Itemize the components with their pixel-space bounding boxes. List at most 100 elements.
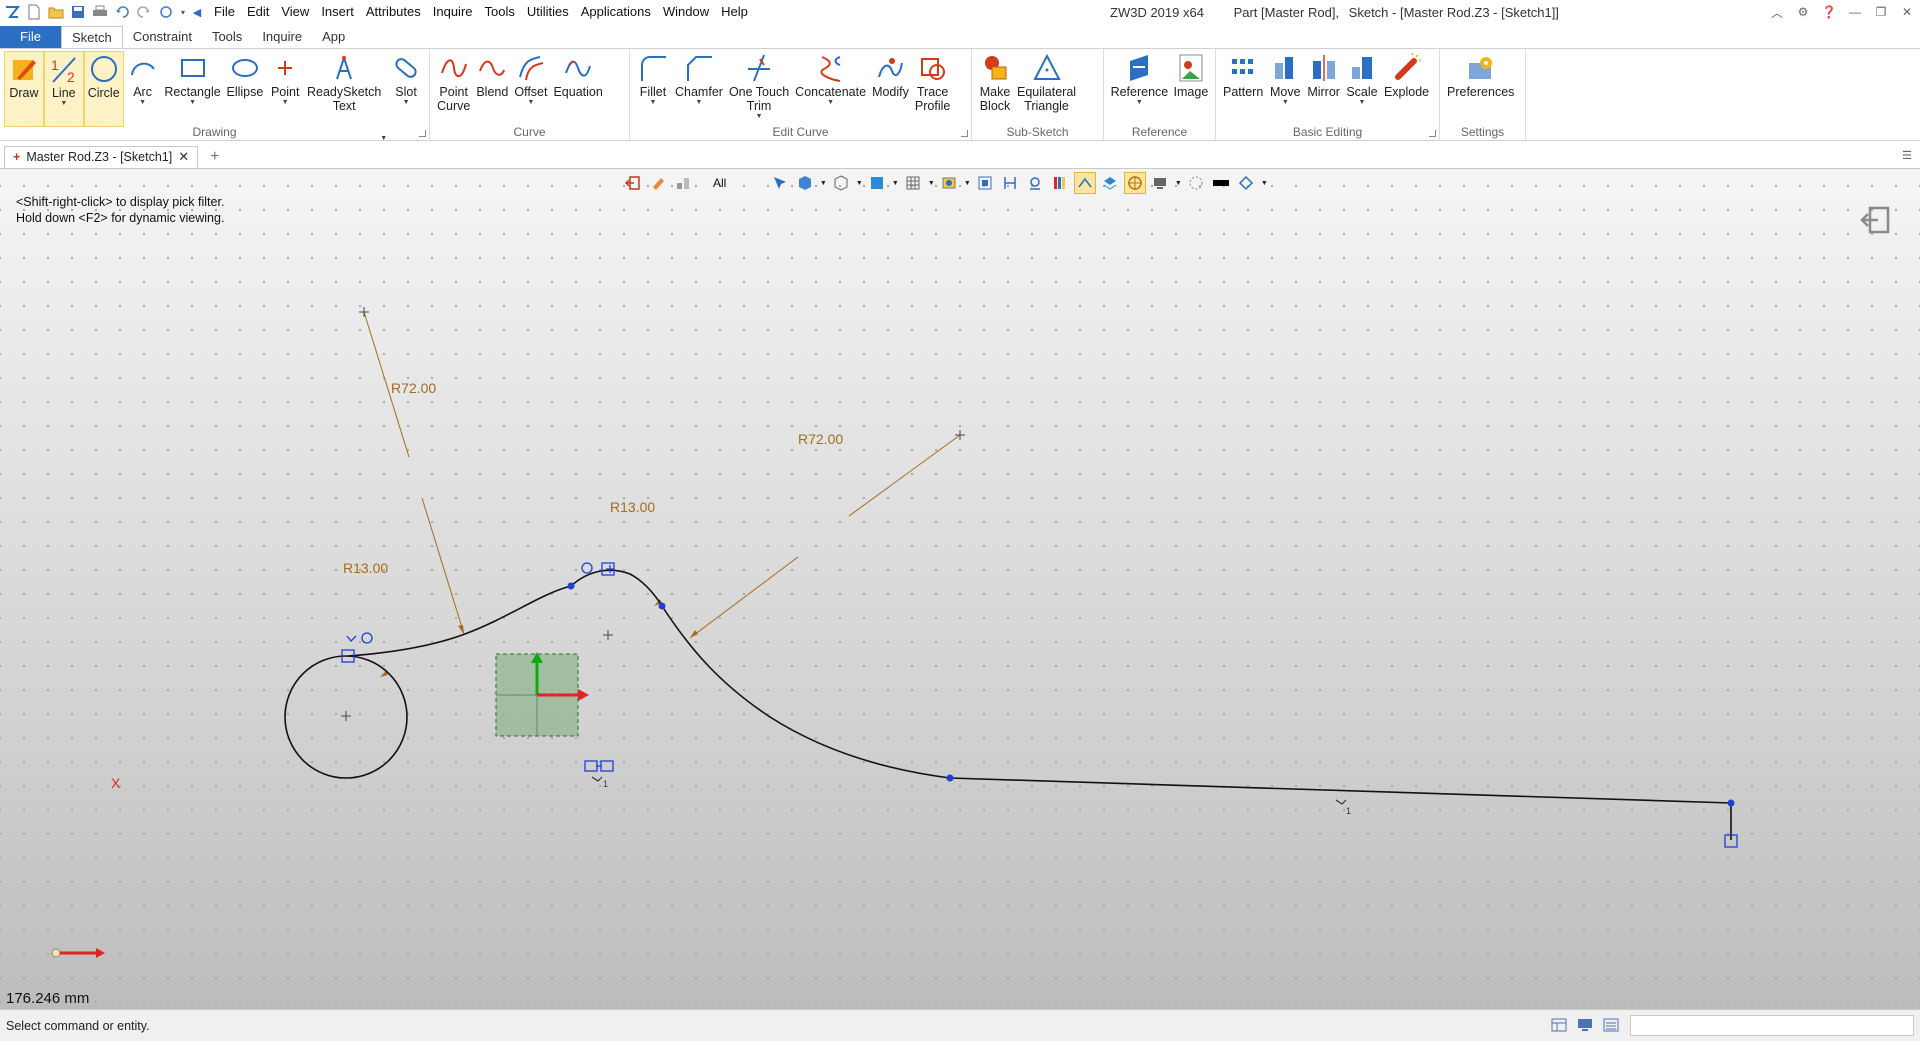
snap-curve-icon[interactable] bbox=[1074, 172, 1097, 194]
chevron-down-icon[interactable]: ▼ bbox=[1260, 172, 1268, 194]
equilateral-triangle-button[interactable]: Equilateral Triangle bbox=[1014, 51, 1079, 127]
mirror-button[interactable]: Mirror bbox=[1304, 51, 1343, 127]
point-curve-button[interactable]: Point Curve bbox=[434, 51, 473, 127]
tab-sketch[interactable]: Sketch bbox=[60, 26, 123, 48]
menu-inquire[interactable]: Inquire bbox=[427, 0, 479, 24]
help-icon[interactable]: ❓ bbox=[1816, 0, 1842, 24]
collapse-ribbon-icon[interactable]: ︿ bbox=[1764, 0, 1790, 24]
modify-button[interactable]: Modify bbox=[869, 51, 912, 127]
image-button[interactable]: Image bbox=[1171, 51, 1211, 127]
eraser-icon[interactable] bbox=[647, 172, 669, 194]
circle-button[interactable]: Circle bbox=[83, 51, 124, 127]
chevron-down-icon[interactable]: ▼ bbox=[891, 172, 899, 194]
app-logo-icon[interactable] bbox=[2, 2, 22, 22]
chevron-down-icon[interactable]: ▼ bbox=[963, 172, 971, 194]
trace-profile-button[interactable]: Trace Profile bbox=[912, 51, 953, 127]
pick-filter-value[interactable]: All bbox=[713, 176, 726, 190]
reference-button[interactable]: Reference ▼ bbox=[1108, 51, 1171, 127]
ellipse-button[interactable]: Ellipse bbox=[224, 51, 267, 127]
one-touch-trim-button[interactable]: One Touch Trim ▼ bbox=[726, 51, 792, 127]
menu-applications[interactable]: Applications bbox=[575, 0, 657, 24]
menu-window[interactable]: Window bbox=[657, 0, 715, 24]
print-icon[interactable] bbox=[90, 2, 110, 22]
display-screen-icon[interactable] bbox=[1149, 172, 1171, 194]
zoom-all-icon[interactable] bbox=[974, 172, 996, 194]
chamfer-button[interactable]: Chamfer ▼ bbox=[672, 51, 726, 127]
dimension-label[interactable]: R72.00 bbox=[391, 380, 436, 396]
layer-icon[interactable] bbox=[1099, 172, 1121, 194]
dimension-label[interactable]: R13.00 bbox=[343, 560, 388, 576]
triangle-left-icon[interactable]: ◀ bbox=[190, 2, 204, 22]
grid-icon[interactable] bbox=[902, 172, 924, 194]
chevron-down-icon[interactable]: ▼ bbox=[927, 172, 935, 194]
preferences-button[interactable]: Preferences bbox=[1444, 51, 1517, 127]
color-bars-icon[interactable] bbox=[1049, 172, 1071, 194]
menu-edit[interactable]: Edit bbox=[241, 0, 275, 24]
redo-icon[interactable] bbox=[134, 2, 154, 22]
exit-sketch-icon[interactable] bbox=[1860, 205, 1892, 235]
point-button[interactable]: Point ▼ bbox=[266, 51, 304, 127]
rectangle-button[interactable]: Rectangle ▼ bbox=[162, 51, 224, 127]
explode-button[interactable]: Explode bbox=[1381, 51, 1432, 127]
minimize-button[interactable]: — bbox=[1842, 0, 1868, 24]
readysketch-text-button[interactable]: ReadySketch Text bbox=[304, 51, 384, 127]
document-tab[interactable]: + Master Rod.Z3 - [Sketch1] ✕ bbox=[4, 145, 199, 168]
slot-button[interactable]: Slot ▼ bbox=[387, 51, 425, 127]
dimension-label[interactable]: R72.00 bbox=[798, 431, 843, 447]
dimension-toggle-icon[interactable] bbox=[999, 172, 1021, 194]
snap-target-icon[interactable] bbox=[1124, 172, 1147, 194]
pick-tool-icon[interactable] bbox=[769, 172, 791, 194]
command-input[interactable] bbox=[1630, 1015, 1914, 1036]
list-view-icon[interactable] bbox=[1602, 1016, 1620, 1034]
exit-icon[interactable] bbox=[622, 172, 644, 194]
menu-help[interactable]: Help bbox=[715, 0, 754, 24]
undo-icon[interactable] bbox=[112, 2, 132, 22]
move-button[interactable]: Move ▼ bbox=[1266, 51, 1304, 127]
tab-app[interactable]: App bbox=[312, 26, 355, 48]
close-tab-icon[interactable]: ✕ bbox=[178, 149, 189, 165]
open-folder-icon[interactable] bbox=[46, 2, 66, 22]
chevron-down-icon[interactable]: ▼ bbox=[1174, 172, 1182, 194]
new-file-icon[interactable] bbox=[24, 2, 44, 22]
settings-gear-icon[interactable]: ⚙ bbox=[1790, 0, 1816, 24]
dotted-circle-icon[interactable] bbox=[1185, 172, 1207, 194]
menu-insert[interactable]: Insert bbox=[315, 0, 360, 24]
dialog-launcher-icon[interactable] bbox=[419, 130, 426, 137]
chevron-down-icon[interactable]: ▼ bbox=[819, 172, 827, 194]
equation-button[interactable]: Equation bbox=[550, 51, 605, 127]
view-rotate-icon[interactable] bbox=[1235, 172, 1257, 194]
dimension-label[interactable]: R13.00 bbox=[610, 499, 655, 515]
tab-constraint[interactable]: Constraint bbox=[123, 26, 202, 48]
scale-button[interactable]: Scale ▼ bbox=[1343, 51, 1381, 127]
dialog-launcher-icon[interactable] bbox=[1429, 130, 1436, 137]
save-icon[interactable] bbox=[68, 2, 88, 22]
pin-icon[interactable]: + bbox=[13, 150, 20, 164]
restore-button[interactable]: ❐ bbox=[1868, 0, 1894, 24]
sketch-canvas[interactable] bbox=[0, 169, 1920, 1009]
graphics-viewport[interactable]: R72.00 R72.00 R13.00 R13.00 X 1 1 <Shift… bbox=[0, 169, 1920, 1009]
make-block-button[interactable]: Make Block bbox=[976, 51, 1014, 127]
dialog-launcher-icon[interactable] bbox=[961, 130, 968, 137]
chevron-down-icon[interactable]: ▼ bbox=[855, 172, 863, 194]
line-button[interactable]: 12 Line ▼ bbox=[43, 51, 84, 127]
monitor-icon[interactable] bbox=[1576, 1016, 1594, 1034]
menu-attributes[interactable]: Attributes bbox=[360, 0, 427, 24]
close-button[interactable]: ✕ bbox=[1894, 0, 1920, 24]
tab-inquire[interactable]: Inquire bbox=[252, 26, 312, 48]
render-mode-icon[interactable] bbox=[938, 172, 960, 194]
menu-tools[interactable]: Tools bbox=[479, 0, 521, 24]
concatenate-button[interactable]: Concatenate ▼ bbox=[792, 51, 869, 127]
arc-button[interactable]: Arc ▼ bbox=[124, 51, 162, 127]
menu-file[interactable]: File bbox=[208, 0, 241, 24]
draw-button[interactable]: Draw bbox=[4, 51, 44, 127]
chevron-down-icon[interactable]: ▾ bbox=[178, 2, 188, 22]
fillet-button[interactable]: Fillet ▼ bbox=[634, 51, 672, 127]
view-layout-icon[interactable] bbox=[1550, 1016, 1568, 1034]
filter-shapes-icon[interactable] bbox=[672, 172, 694, 194]
constraint-toggle-icon[interactable] bbox=[1024, 172, 1046, 194]
pattern-button[interactable]: Pattern bbox=[1220, 51, 1266, 127]
blend-button[interactable]: Blend bbox=[473, 51, 511, 127]
offset-button[interactable]: Offset ▼ bbox=[511, 51, 550, 127]
line-color-icon[interactable] bbox=[1210, 172, 1232, 194]
menu-view[interactable]: View bbox=[275, 0, 315, 24]
